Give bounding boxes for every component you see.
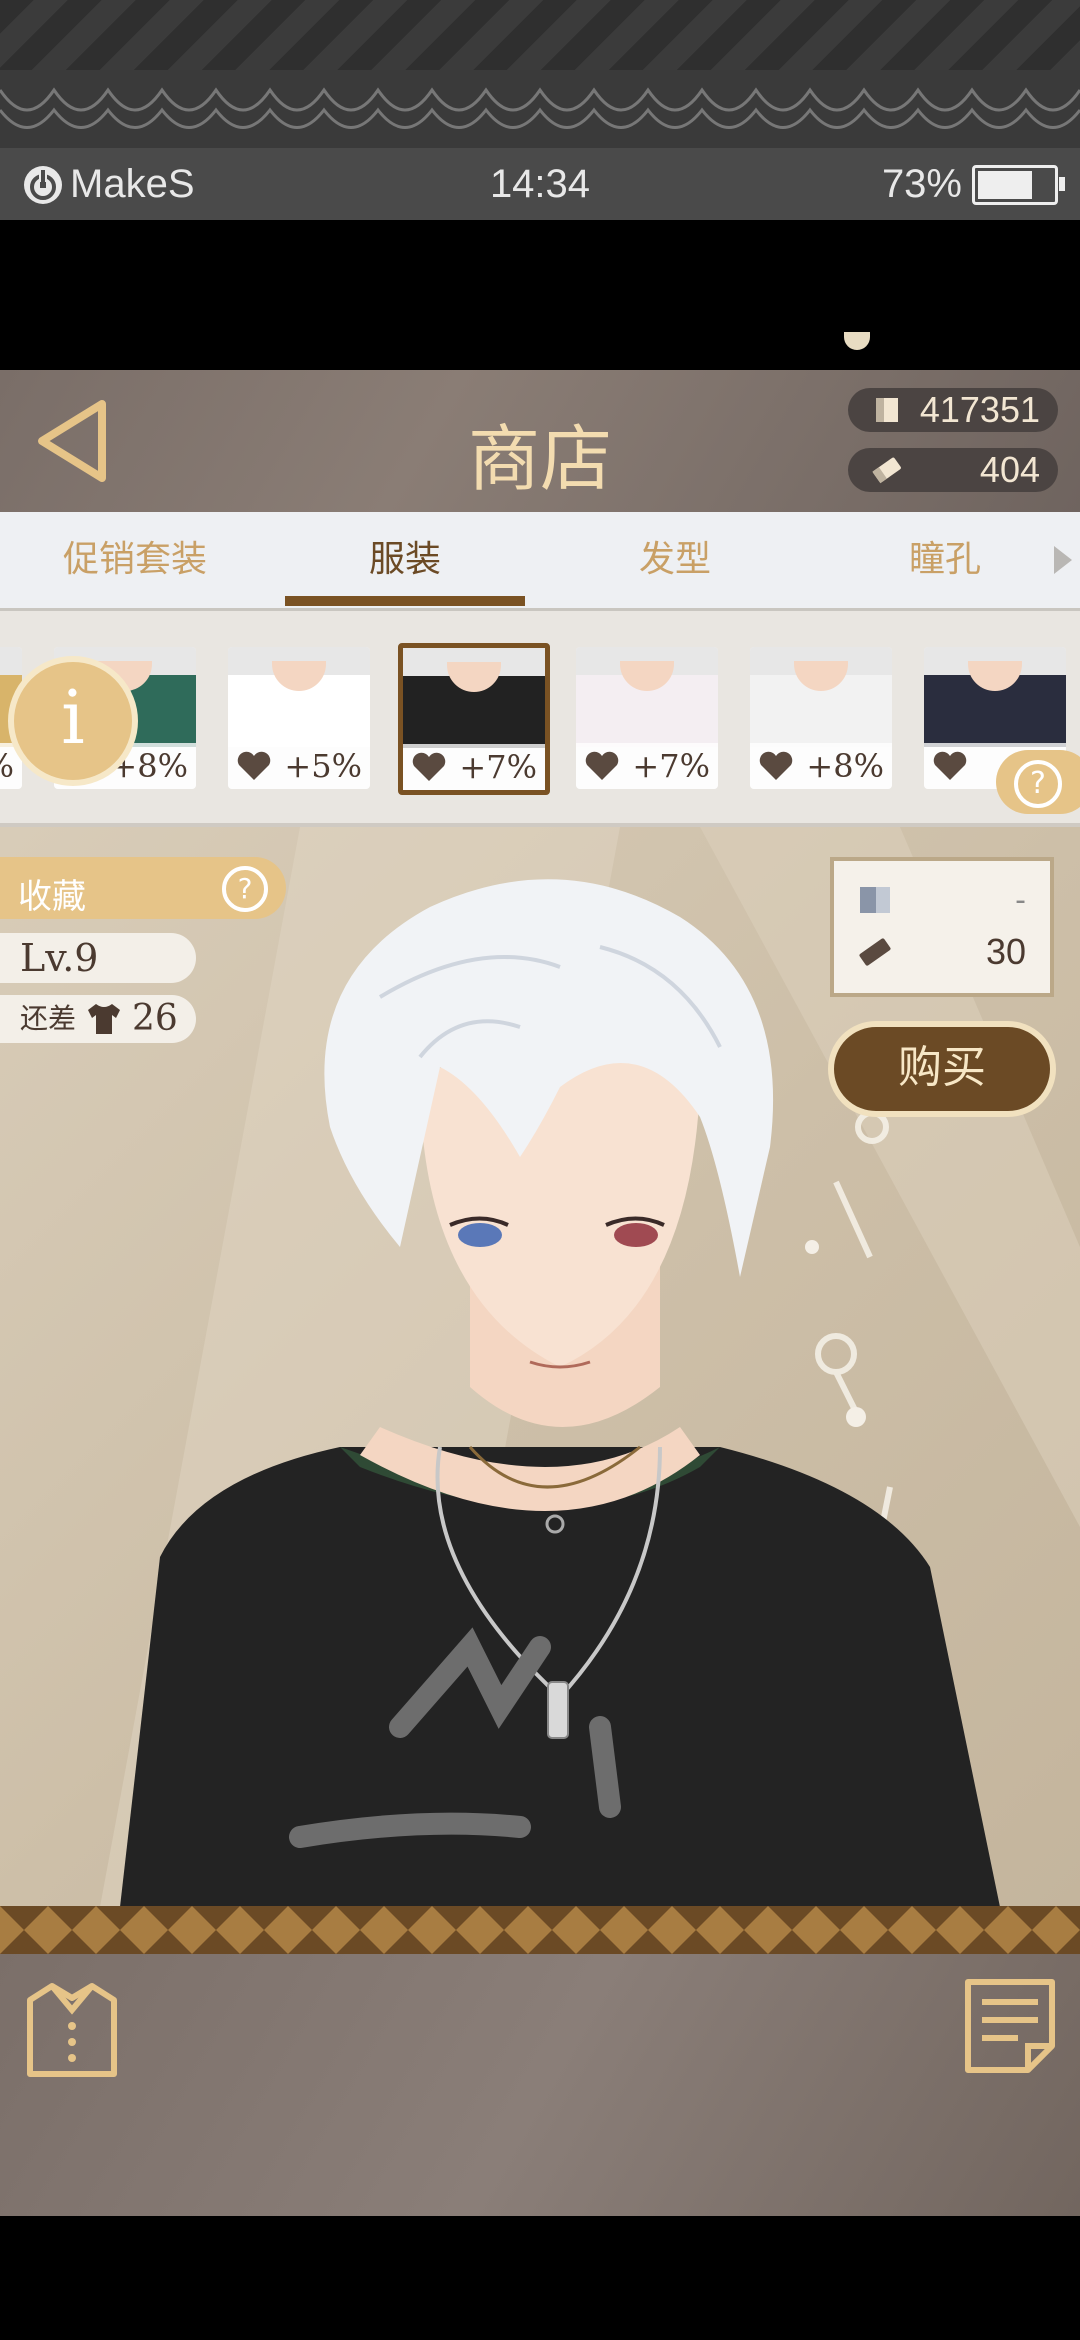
item-strip[interactable]: % +8% +5% +7% +7% +8% (0, 611, 1080, 827)
item-card[interactable]: +7% (576, 647, 718, 789)
item-bonus: +7% (459, 748, 537, 786)
item-bonus: +8% (806, 747, 884, 785)
tabs-next-arrow-icon[interactable] (1054, 546, 1072, 574)
lace-border (0, 70, 1080, 148)
active-tab-indicator (285, 596, 525, 606)
ticket-icon (872, 457, 901, 484)
item-thumbnail (576, 647, 718, 747)
battery-percent: 73% (881, 162, 962, 206)
heart-icon (759, 751, 793, 780)
item-thumbnail (750, 647, 892, 747)
currency-cards: 417351 (848, 388, 1058, 432)
shop-header: 商店 417351 404 (0, 370, 1080, 512)
collection-help-icon[interactable]: ? (222, 866, 268, 912)
info-button[interactable]: i (8, 656, 138, 786)
item-thumbnail (924, 647, 1066, 747)
heart-icon (585, 751, 619, 780)
shirt-icon (88, 1004, 121, 1034)
item-bonus: +5% (284, 747, 362, 785)
currency-cards-value: 417351 (919, 389, 1040, 430)
remaining-count: 26 (132, 998, 178, 1039)
top-decoration (0, 0, 1080, 148)
battery-level (978, 170, 1032, 199)
tab-clothing[interactable]: 服装 (270, 512, 540, 608)
card-icon (876, 398, 898, 422)
item-bonus: % (0, 747, 14, 785)
heart-icon (933, 751, 967, 780)
collection-remaining: 还差 26 (0, 995, 196, 1043)
currency-tickets: 404 (848, 448, 1058, 492)
help-button[interactable]: ? (996, 750, 1080, 814)
collection-level: Lv.9 (0, 933, 196, 983)
collection-label: 收藏 (18, 877, 86, 917)
character-stage: 收藏 ? Lv.9 还差 26 - 30 购买 (0, 827, 1080, 1907)
heart-icon (237, 751, 271, 780)
price-box: - 30 (830, 857, 1054, 997)
price-tickets: 30 (985, 931, 1026, 972)
tab-pupils[interactable]: 瞳孔 (810, 512, 1080, 608)
item-card[interactable]: +8% (750, 647, 892, 789)
help-icon: ? (1014, 760, 1062, 808)
item-card[interactable]: +5% (228, 647, 370, 789)
status-battery: 73% (881, 162, 1065, 207)
item-card-selected[interactable]: +7% (398, 643, 550, 795)
remaining-label: 还差 (20, 1002, 77, 1035)
buy-button[interactable]: 购买 (828, 1021, 1056, 1117)
price-cards: - (1015, 883, 1026, 918)
wardrobe-icon[interactable] (22, 1980, 122, 2080)
collection-pill[interactable]: 收藏 ? (0, 857, 286, 919)
item-thumbnail (403, 648, 545, 748)
bottom-stripe (0, 1906, 1080, 1954)
heart-icon (412, 752, 446, 781)
ticket-icon (859, 938, 891, 966)
status-bar: MakeS 14:34 73% (0, 148, 1080, 220)
card-icon (860, 887, 890, 913)
camera-band (0, 220, 1080, 370)
bottom-bar (0, 1954, 1080, 2216)
item-bonus: +7% (632, 747, 710, 785)
bottom-black-band (0, 2216, 1080, 2340)
tab-hairstyle[interactable]: 发型 (540, 512, 810, 608)
category-tabs: 促销套装 服装 发型 瞳孔 (0, 512, 1080, 611)
notes-icon[interactable] (962, 1976, 1058, 2076)
item-thumbnail (228, 647, 370, 747)
tab-promo-bundle[interactable]: 促销套装 (0, 512, 270, 608)
battery-icon (972, 164, 1065, 205)
currency-tickets-value: 404 (979, 449, 1040, 490)
